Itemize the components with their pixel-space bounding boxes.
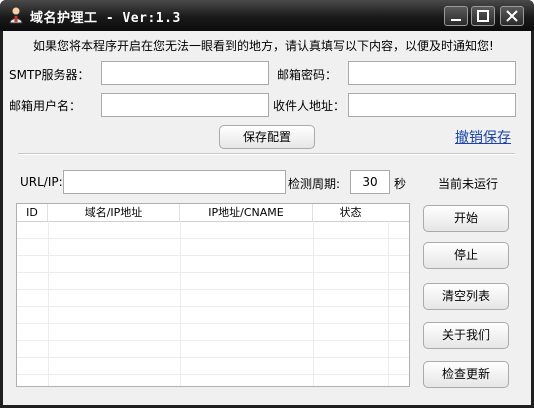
column-header-ip-cname[interactable]: IP地址/CNAME <box>180 204 313 221</box>
column-header-status[interactable]: 状态 <box>313 204 388 221</box>
stop-button[interactable]: 停止 <box>423 242 509 269</box>
column-header-id[interactable]: ID <box>17 204 48 221</box>
grid-line <box>313 221 314 386</box>
grid-line <box>17 323 409 324</box>
grid-line <box>17 306 409 307</box>
grid-line <box>388 221 389 386</box>
grid-line <box>17 255 409 256</box>
app-person-icon <box>9 6 23 24</box>
url-label: URL/IP: <box>20 175 63 189</box>
window-title: 域名护理工 - Ver:1.3 <box>30 11 181 26</box>
grid-line <box>17 374 409 375</box>
run-status-text: 当前未运行 <box>438 177 499 191</box>
maximize-button[interactable] <box>471 6 495 26</box>
check-update-button[interactable]: 检查更新 <box>423 361 509 388</box>
url-input[interactable] <box>63 170 286 194</box>
recipient-address-input[interactable] <box>348 93 516 117</box>
about-button[interactable]: 关于我们 <box>423 322 509 349</box>
period-input[interactable] <box>350 170 390 194</box>
smtp-server-input[interactable] <box>101 61 269 85</box>
section-divider <box>18 153 515 155</box>
close-icon <box>506 10 518 22</box>
domain-list-table[interactable]: ID 域名/IP地址 IP地址/CNAME 状态 <box>16 203 410 387</box>
column-header-domain[interactable]: 域名/IP地址 <box>48 204 180 221</box>
grid-line <box>17 238 409 239</box>
maximize-icon <box>477 10 489 22</box>
period-unit: 秒 <box>394 177 407 191</box>
mail-password-label: 邮箱密码： <box>277 68 338 82</box>
main-panel: 如果您将本程序开启在您无法一眼看到的地方，请认真填写以下内容，以便及时通知您! … <box>3 31 531 405</box>
mail-user-label: 邮箱用户名： <box>9 99 82 113</box>
minimize-icon <box>451 19 461 21</box>
start-button[interactable]: 开始 <box>423 205 509 232</box>
grid-line <box>17 340 409 341</box>
mail-password-input[interactable] <box>348 61 516 85</box>
minimize-button[interactable] <box>444 6 468 26</box>
clear-list-button[interactable]: 清空列表 <box>423 283 509 310</box>
period-label: 检测周期: <box>288 177 341 191</box>
mail-username-input[interactable] <box>101 93 269 117</box>
undo-save-link[interactable]: 撤销保存 <box>455 127 511 147</box>
grid-line <box>17 272 409 273</box>
app-window: 域名护理工 - Ver:1.3 如果您将本程序开启在您无法一眼看到的地方，请认真… <box>0 0 534 408</box>
smtp-label: SMTP服务器： <box>9 68 90 82</box>
grid-line <box>17 357 409 358</box>
title-bar: 域名护理工 - Ver:1.3 <box>0 0 534 31</box>
notice-text: 如果您将本程序开启在您无法一眼看到的地方，请认真填写以下内容，以便及时通知您! <box>33 39 494 53</box>
grid-line <box>180 221 181 386</box>
grid-line <box>48 221 49 386</box>
save-config-button[interactable]: 保存配置 <box>219 125 315 149</box>
recipient-label: 收件人地址： <box>273 99 346 113</box>
close-button[interactable] <box>500 6 524 26</box>
grid-line <box>17 289 409 290</box>
table-header: ID 域名/IP地址 IP地址/CNAME 状态 <box>17 204 409 222</box>
